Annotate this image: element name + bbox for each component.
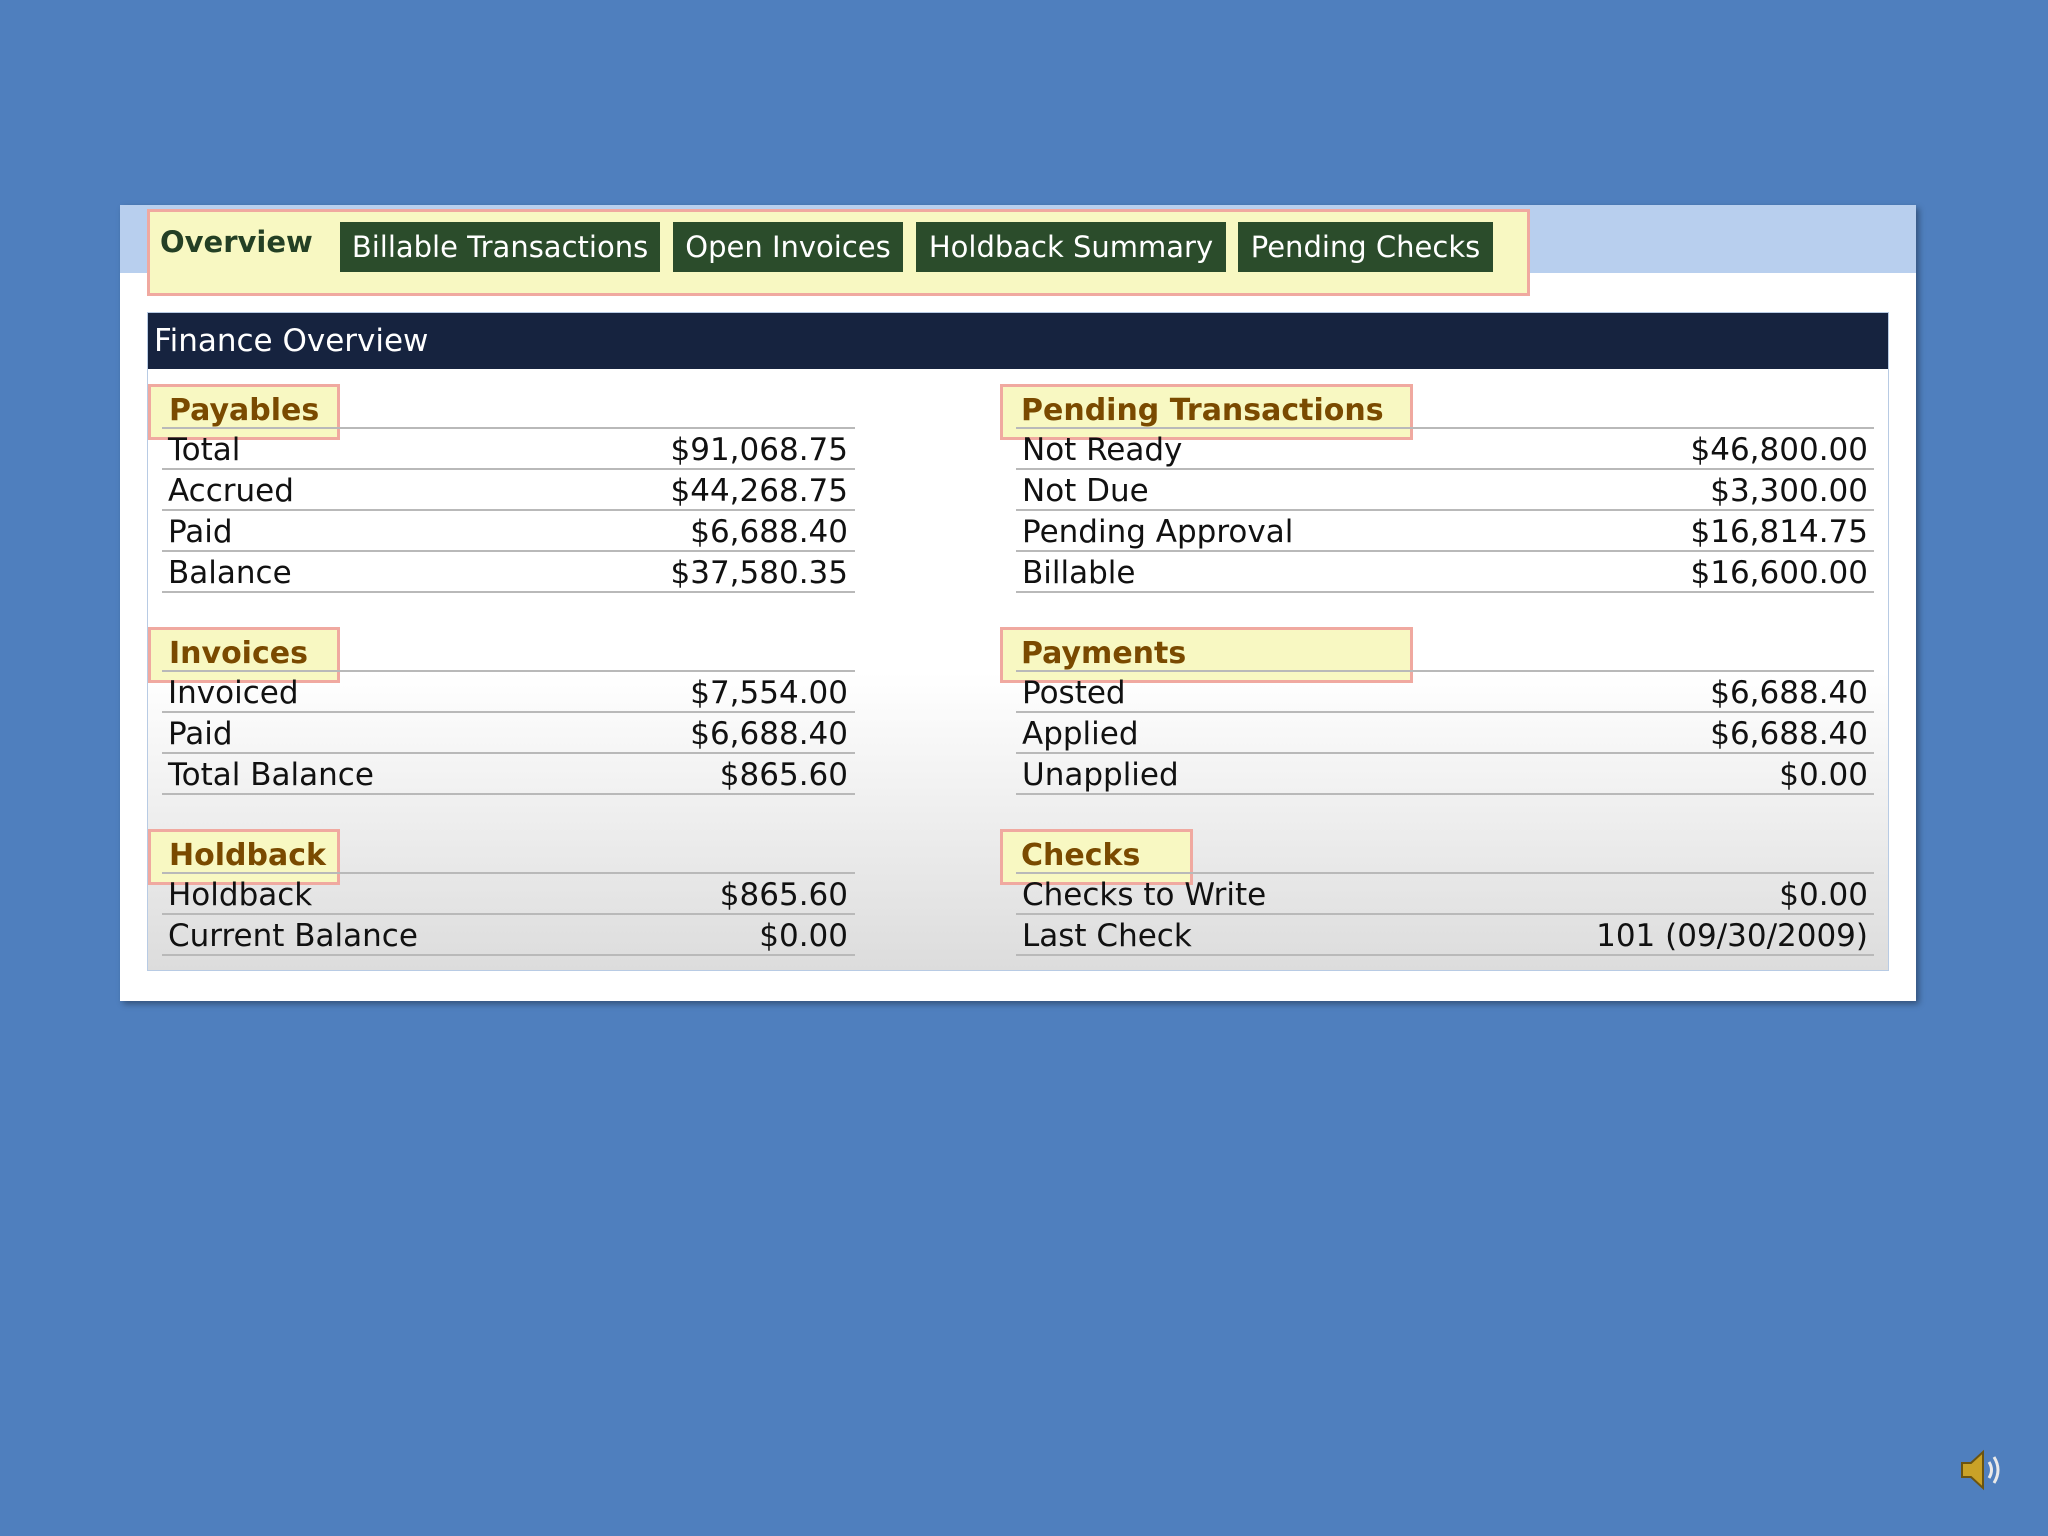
divider [162,954,855,956]
overview-content: Finance Overview Payables Total $91,068.… [147,312,1889,971]
payments-applied-label: Applied [1022,716,1139,752]
tab-pending-checks[interactable]: Pending Checks [1238,222,1493,272]
holdback-holdback-value: $865.60 [719,877,848,913]
pending-not-ready-value: $46,800.00 [1690,432,1869,468]
payments-posted-value: $6,688.40 [1710,675,1868,711]
payables-paid-value: $6,688.40 [690,514,848,550]
invoices-invoiced-label: Invoiced [168,675,299,711]
divider [1016,591,1874,593]
divider [162,872,855,874]
invoices-invoiced-value: $7,554.00 [690,675,848,711]
payables-accrued-value: $44,268.75 [670,473,849,509]
tab-open-invoices[interactable]: Open Invoices [673,222,903,272]
tab-billable-transactions[interactable]: Billable Transactions [340,222,660,272]
checks-to-write-label: Checks to Write [1022,877,1267,913]
payables-balance-label: Balance [168,555,292,591]
pending-billable-label: Billable [1022,555,1136,591]
divider [1016,711,1874,713]
checks-to-write-value: $0.00 [1779,877,1868,913]
payments-applied-value: $6,688.40 [1710,716,1868,752]
divider [1016,670,1874,672]
payables-total-label: Total [168,432,241,468]
payments-unapplied-value: $0.00 [1779,757,1868,793]
divider [1016,509,1874,511]
holdback-current-balance-label: Current Balance [168,918,418,954]
page-title: Finance Overview [148,313,1888,369]
divider [1016,954,1874,956]
pending-billable-value: $16,600.00 [1690,555,1869,591]
payments-posted-label: Posted [1022,675,1126,711]
divider [1016,872,1874,874]
finance-panel: Overview Billable Transactions Open Invo… [120,205,1916,1001]
invoices-paid-label: Paid [168,716,233,752]
divider [162,711,855,713]
divider [1016,913,1874,915]
divider [162,591,855,593]
invoices-total-balance-label: Total Balance [168,757,374,793]
payables-total-value: $91,068.75 [670,432,849,468]
payables-paid-label: Paid [168,514,233,550]
tab-holdback-summary[interactable]: Holdback Summary [916,222,1226,272]
divider [1016,793,1874,795]
pending-not-ready-label: Not Ready [1022,432,1183,468]
divider [162,670,855,672]
payments-unapplied-label: Unapplied [1022,757,1179,793]
invoices-paid-value: $6,688.40 [690,716,848,752]
divider [162,913,855,915]
pending-approval-label: Pending Approval [1022,514,1294,550]
holdback-current-balance-value: $0.00 [759,918,848,954]
checks-last-check-label: Last Check [1022,918,1192,954]
divider [162,468,855,470]
payables-balance-value: $37,580.35 [670,555,849,591]
checks-last-check-value: 101 (09/30/2009) [1596,918,1868,954]
tab-overview[interactable]: Overview [160,217,360,267]
divider [162,793,855,795]
divider [162,427,855,429]
divider [162,550,855,552]
divider [1016,427,1874,429]
invoices-total-balance-value: $865.60 [719,757,848,793]
pending-not-due-value: $3,300.00 [1710,473,1868,509]
speaker-icon[interactable] [1956,1444,2008,1496]
divider [162,509,855,511]
divider [162,752,855,754]
divider [1016,752,1874,754]
pending-not-due-label: Not Due [1022,473,1149,509]
divider [1016,468,1874,470]
pending-approval-value: $16,814.75 [1690,514,1869,550]
divider [1016,550,1874,552]
payables-accrued-label: Accrued [168,473,294,509]
holdback-holdback-label: Holdback [168,877,313,913]
